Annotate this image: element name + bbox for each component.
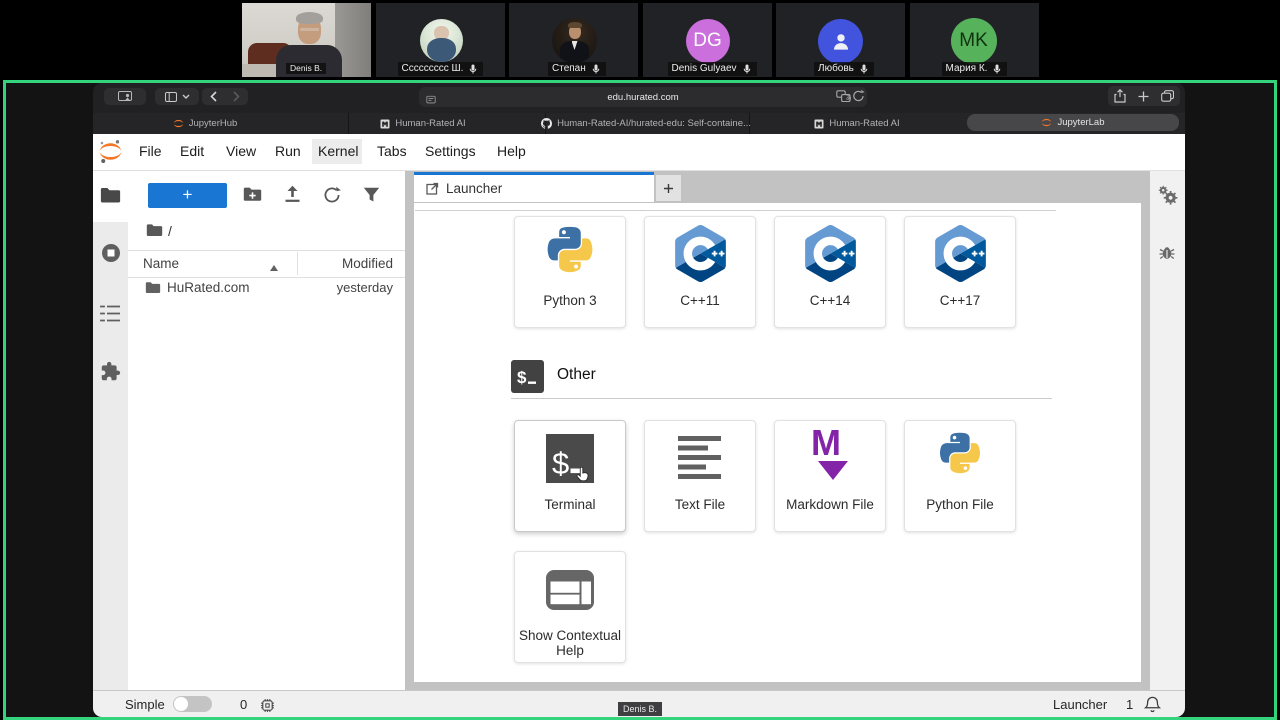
svg-text:あ: あ — [846, 95, 851, 102]
svg-text:$: $ — [517, 368, 527, 387]
svg-text:$: $ — [552, 446, 569, 481]
svg-text:M: M — [811, 428, 841, 463]
